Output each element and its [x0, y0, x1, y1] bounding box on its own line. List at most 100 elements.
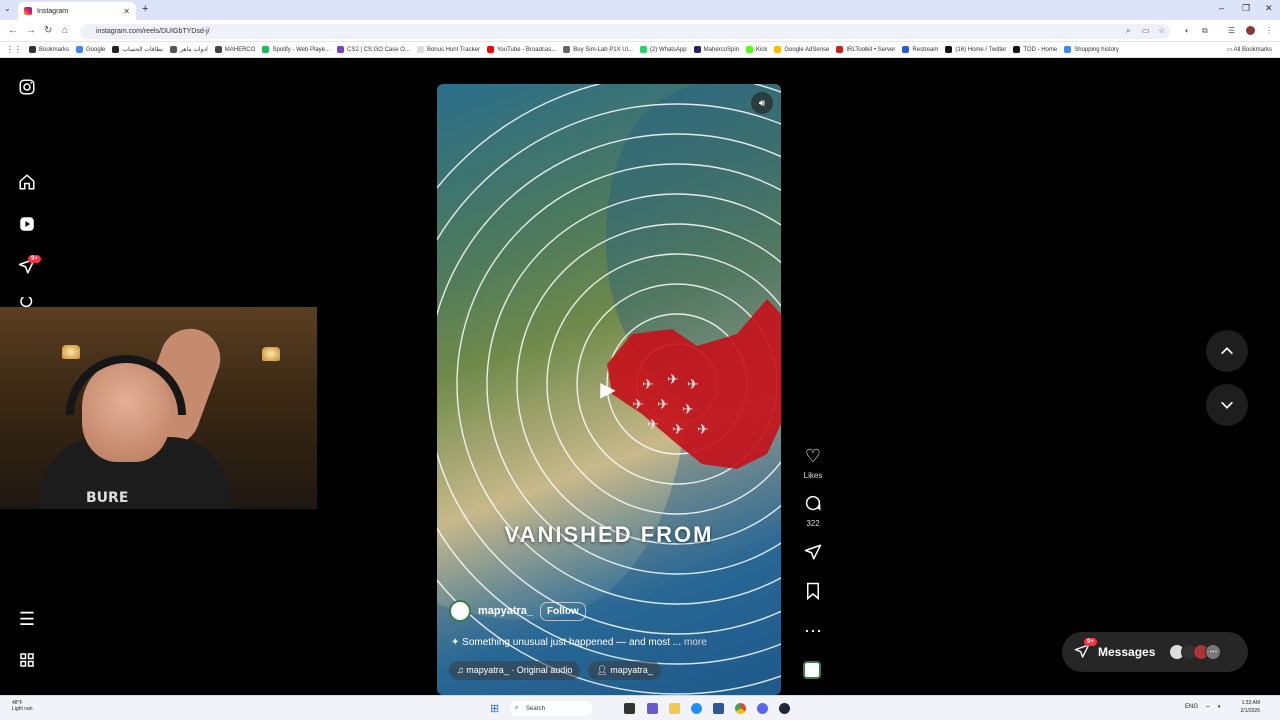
zoom-icon[interactable]: ⌕ — [1126, 26, 1130, 36]
apps-grid-icon[interactable]: ⋮⋮ — [6, 45, 22, 54]
svg-text:✈: ✈ — [672, 422, 684, 438]
follow-button[interactable]: Follow — [540, 601, 586, 621]
profile-avatar[interactable] — [1246, 26, 1255, 35]
audio-thumbnail-icon[interactable] — [803, 661, 821, 679]
author-username[interactable]: mapyatra_ — [478, 605, 533, 617]
mute-toggle-icon[interactable]: 🔊︎ — [751, 92, 773, 114]
bookmark-item[interactable]: (2) WhatsApp — [639, 46, 687, 53]
bookmark-item[interactable]: Bookmarks — [29, 46, 69, 53]
downloads-icon[interactable]: ☰ — [1228, 26, 1235, 35]
browser-menu-icon[interactable]: ⋮ — [1265, 26, 1273, 35]
bookmark-item[interactable]: Buy Sim-Lab P1X Ul... — [563, 46, 633, 53]
task-view-icon[interactable] — [624, 703, 635, 714]
bookmark-label: CS2 | CS:GO Case O... — [347, 46, 410, 53]
volume-icon[interactable]: 🔈︎ — [1218, 704, 1222, 711]
caption-emoji-icon: ✦ — [451, 637, 460, 648]
comment-icon[interactable] — [798, 494, 828, 517]
bookmark-item[interactable]: Spotify - Web Playe... — [262, 46, 330, 53]
extensions-icon[interactable]: ⧉ — [1202, 26, 1208, 36]
taskbar-clock[interactable]: 1:33 AM 2/1/2026 — [1241, 699, 1260, 715]
likes-label: Likes — [803, 471, 823, 480]
search-nav-icon[interactable] — [17, 297, 37, 307]
caption-more-link[interactable]: more — [684, 637, 707, 648]
play-icon[interactable]: ▶ — [595, 376, 621, 402]
chevron-down-icon — [1221, 401, 1233, 409]
home-nav-icon[interactable] — [17, 172, 37, 192]
share-icon[interactable] — [798, 543, 828, 566]
bookmark-item[interactable]: MahercoSpin — [693, 46, 739, 53]
extensions-audio-icon[interactable]: ◖ — [1184, 26, 1189, 35]
reel-video[interactable]: ✈ ✈ ✈ ✈ ✈ ✈ ✈ ✈ ✈ 🔊︎ ▶ VANISHED FROM mapyatra_… — [437, 84, 781, 695]
tagged-user-chip[interactable]: 👤︎ mapyatra_ — [588, 661, 661, 680]
bookmark-item[interactable]: Google — [76, 46, 105, 53]
taskbar-search[interactable]: ⌕ Search — [510, 701, 592, 716]
bookmark-item[interactable]: (16) Home / Twitter — [945, 46, 1006, 53]
bookmark-item[interactable]: Bonus Hunt Tracker — [416, 46, 480, 53]
new-tab-button[interactable]: + — [142, 3, 148, 15]
save-bookmark-icon[interactable] — [798, 582, 828, 605]
bookmark-label: ادوات ماهر — [180, 47, 208, 53]
windows-start-icon[interactable]: ⊞ — [490, 702, 502, 715]
bookmark-label: Spotify - Web Playe... — [272, 46, 331, 53]
folder-icon: ▭ — [1226, 47, 1233, 53]
edge-icon[interactable] — [691, 703, 702, 714]
tab-close-icon[interactable]: ✕ — [123, 7, 130, 16]
instagram-logo-icon[interactable] — [17, 77, 37, 97]
bookmark-item[interactable]: MAHERCO — [214, 46, 255, 53]
reels-nav-icon[interactable] — [17, 214, 37, 234]
address-bar[interactable]: instagram.com/reels/DUIGbTYDsd-j/ — [80, 24, 1170, 39]
more-avatars-icon: ⋯ — [1205, 644, 1222, 660]
forward-icon[interactable]: → — [26, 25, 36, 36]
back-icon[interactable]: ← — [8, 25, 18, 36]
language-indicator[interactable]: ENG — [1185, 704, 1198, 710]
bookmark-item[interactable]: Kick — [746, 46, 767, 53]
cast-icon[interactable]: ▭ — [1142, 26, 1150, 35]
bookmark-item[interactable]: YouTube - Broadcas... — [486, 46, 556, 53]
bookmark-item[interactable]: CS2 | CS:GO Case O... — [337, 46, 410, 53]
more-menu-icon[interactable]: ☰ — [17, 609, 37, 629]
bookmark-label: بطاقات الحساب — [122, 47, 164, 53]
reel-author: mapyatra_ Follow — [449, 600, 586, 622]
author-avatar[interactable] — [449, 600, 471, 622]
svg-text:✈: ✈ — [647, 417, 659, 433]
tab-search-chevron-icon[interactable]: ⌄ — [4, 4, 11, 13]
steam-icon[interactable] — [779, 703, 790, 714]
bookmark-item[interactable]: IRLToolkit • Server — [836, 46, 895, 53]
caption-text: Something unusual just happened — and mo… — [462, 637, 682, 648]
maximize-icon[interactable]: ❐ — [1242, 3, 1250, 14]
app-icon[interactable] — [713, 703, 724, 714]
file-explorer-icon[interactable] — [669, 703, 680, 714]
bookmark-favicon-icon — [29, 46, 36, 53]
minimize-icon[interactable]: – — [1219, 3, 1224, 13]
bookmark-favicon-icon — [945, 46, 953, 53]
home-icon[interactable]: ⌂ — [62, 25, 68, 36]
browser-tab-instagram[interactable]: Instagram ✕ — [18, 2, 136, 20]
bookmark-item[interactable]: Google AdSense — [774, 46, 829, 53]
all-bookmarks-button[interactable]: ▭ All Bookmarks — [1227, 46, 1272, 53]
also-from-meta-icon[interactable] — [17, 650, 37, 670]
user-icon: 👤︎ — [596, 665, 608, 675]
bookmark-item[interactable]: TOD - Home — [1013, 46, 1057, 53]
bookmark-item[interactable]: Restream — [902, 46, 938, 53]
next-reel-button[interactable] — [1206, 384, 1248, 426]
bookmark-item[interactable]: Shopping history — [1064, 46, 1119, 53]
like-heart-icon[interactable]: ♡ — [798, 446, 828, 467]
bookmark-item[interactable]: بطاقات الحساب — [112, 46, 163, 53]
messages-button[interactable]: 9+ Messages ⋯ — [1062, 632, 1248, 672]
music-note-icon: ♫ — [457, 665, 464, 675]
original-audio-chip[interactable]: ♫ mapyatra_ · Original audio — [449, 661, 581, 680]
reload-icon[interactable]: ↻ — [44, 25, 52, 36]
discord-icon[interactable] — [757, 703, 768, 714]
network-icon[interactable]: ⌔ — [1205, 704, 1211, 712]
window-close-icon[interactable]: ✕ — [1265, 3, 1273, 14]
previous-reel-button[interactable] — [1206, 330, 1248, 372]
chrome-icon[interactable] — [735, 703, 746, 714]
messages-label: Messages — [1098, 645, 1156, 659]
weather-widget[interactable]: 48°F Light rain — [12, 700, 33, 712]
svg-text:✈: ✈ — [697, 422, 709, 438]
app-icon[interactable] — [647, 703, 658, 714]
more-options-icon[interactable]: ⋯ — [798, 621, 828, 642]
bookmark-label: Kick — [756, 46, 768, 53]
bookmark-star-icon[interactable]: ☆ — [1158, 26, 1165, 35]
bookmark-item[interactable]: ادوات ماهر — [170, 46, 208, 53]
